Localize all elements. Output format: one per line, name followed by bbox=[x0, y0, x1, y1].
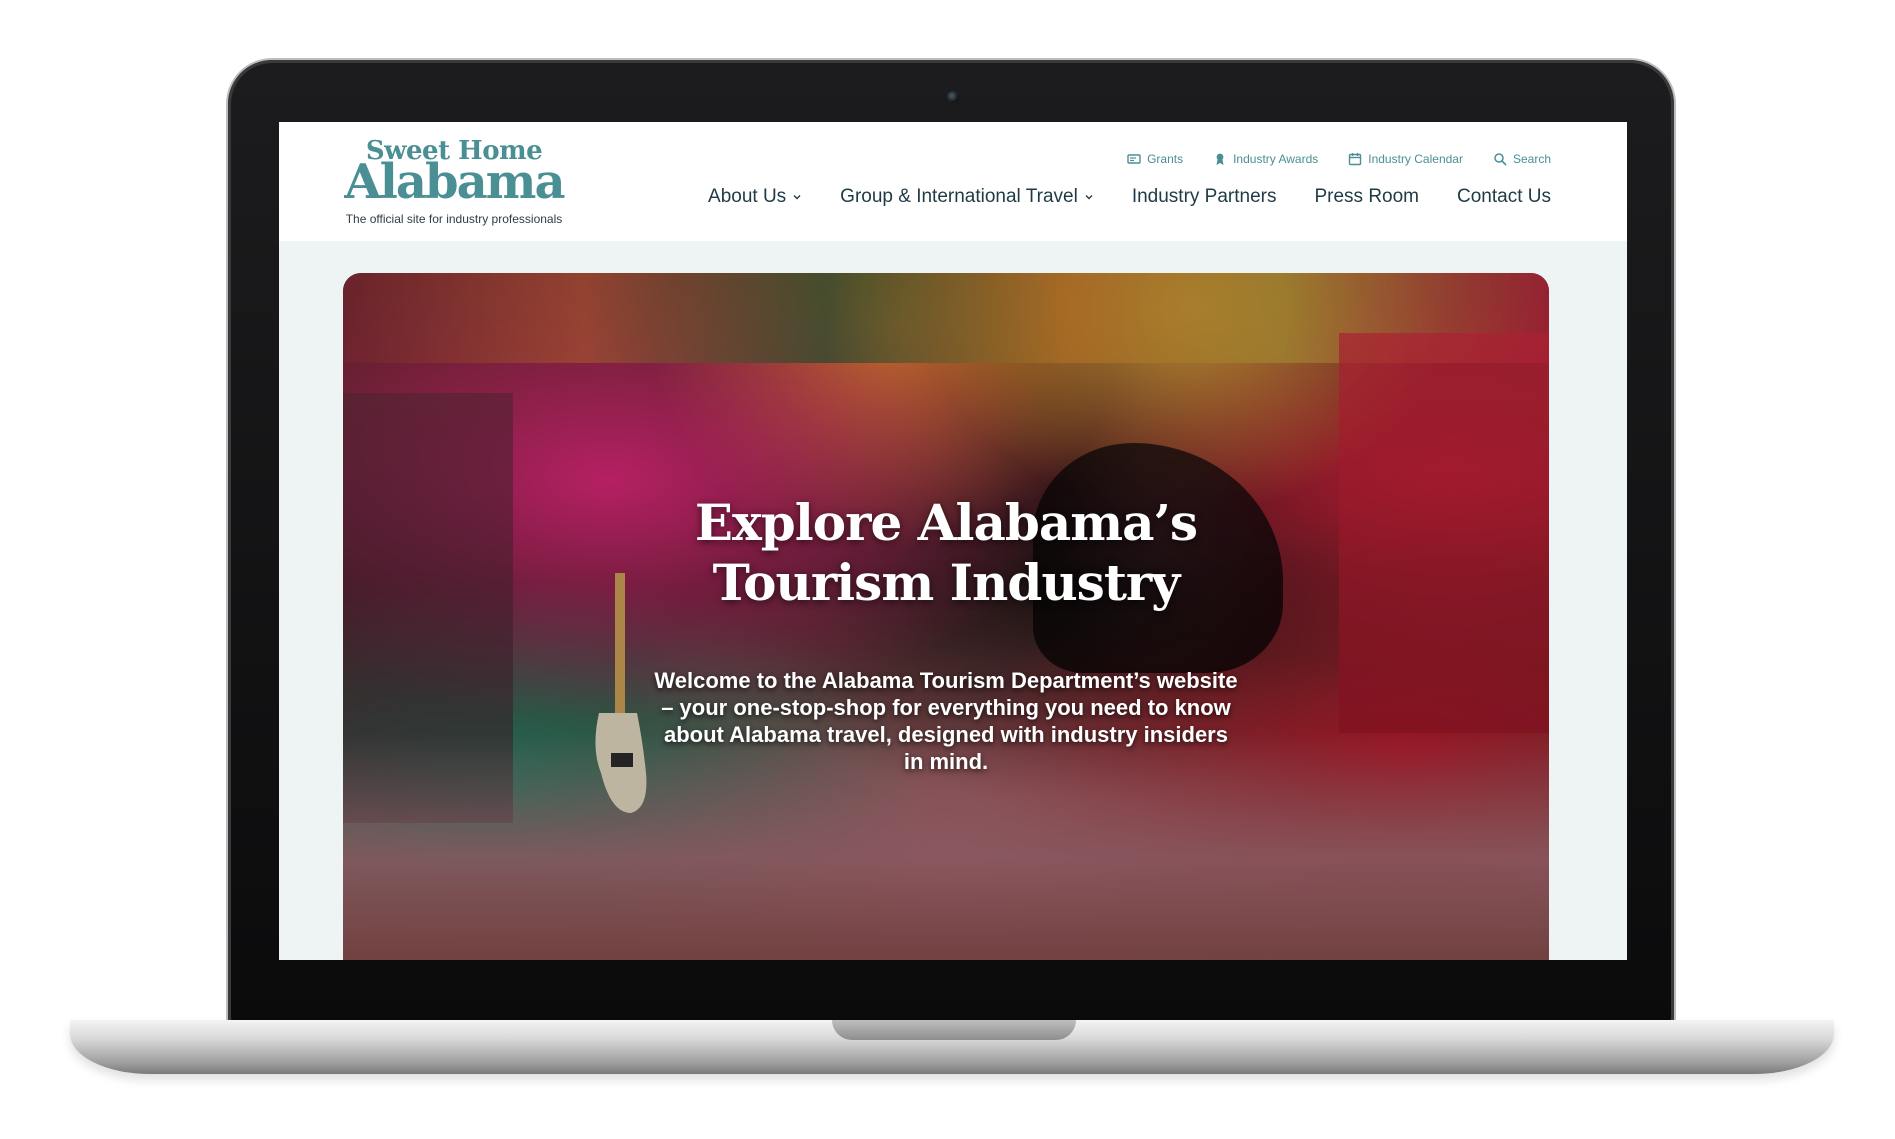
utility-link-industry-calendar[interactable]: Industry Calendar bbox=[1348, 152, 1463, 166]
nav-label: Contact Us bbox=[1457, 186, 1551, 207]
chevron-down-icon bbox=[1084, 192, 1094, 202]
nav-label: Press Room bbox=[1314, 186, 1420, 207]
search-icon bbox=[1493, 152, 1507, 166]
laptop-notch bbox=[832, 1020, 1076, 1040]
main-nav: About Us Group & International Travel In… bbox=[708, 186, 1551, 208]
nav-item-about-us[interactable]: About Us bbox=[708, 186, 802, 208]
grants-icon bbox=[1127, 152, 1141, 166]
utility-label: Industry Awards bbox=[1233, 152, 1319, 166]
hero-title-line-2: Tourism Industry bbox=[712, 552, 1181, 612]
nav-label: About Us bbox=[708, 186, 787, 207]
site-header: Sweet Home Alabama The official site for… bbox=[279, 122, 1627, 241]
calendar-icon bbox=[1348, 152, 1362, 166]
utility-link-grants[interactable]: Grants bbox=[1127, 152, 1183, 166]
hero-overlay bbox=[343, 273, 1549, 960]
utility-label: Grants bbox=[1147, 152, 1184, 166]
logo-tagline: The official site for industry professio… bbox=[345, 212, 563, 226]
hero-subtitle: Welcome to the Alabama Tourism Departmen… bbox=[654, 668, 1238, 774]
utility-link-industry-awards[interactable]: Industry Awards bbox=[1213, 152, 1318, 166]
nav-item-contact-us[interactable]: Contact Us bbox=[1457, 186, 1551, 208]
hero-banner: Explore Alabama’s Tourism Industry Welco… bbox=[343, 273, 1549, 960]
utility-label: Industry Calendar bbox=[1368, 152, 1463, 166]
nav-item-press-room[interactable]: Press Room bbox=[1314, 186, 1419, 208]
utility-label: Search bbox=[1512, 152, 1551, 166]
nav-item-group-international-travel[interactable]: Group & International Travel bbox=[840, 186, 1094, 208]
site-logo[interactable]: Sweet Home Alabama The official site for… bbox=[334, 138, 574, 226]
logo-main-text: Alabama bbox=[344, 154, 565, 210]
hero-title-line-1: Explore Alabama’s bbox=[694, 492, 1198, 552]
award-icon bbox=[1213, 152, 1227, 166]
nav-label: Group & International Travel bbox=[840, 186, 1078, 207]
hero-title: Explore Alabama’s Tourism Industry bbox=[343, 493, 1549, 613]
utility-link-search[interactable]: Search bbox=[1493, 152, 1551, 166]
camera-icon bbox=[947, 91, 959, 103]
website-screen: Sweet Home Alabama The official site for… bbox=[279, 122, 1627, 960]
utility-nav: Grants Industry Awards Industry Calendar… bbox=[1127, 152, 1551, 166]
nav-label: Industry Partners bbox=[1131, 186, 1277, 207]
nav-item-industry-partners[interactable]: Industry Partners bbox=[1132, 186, 1277, 208]
chevron-down-icon bbox=[792, 192, 802, 202]
